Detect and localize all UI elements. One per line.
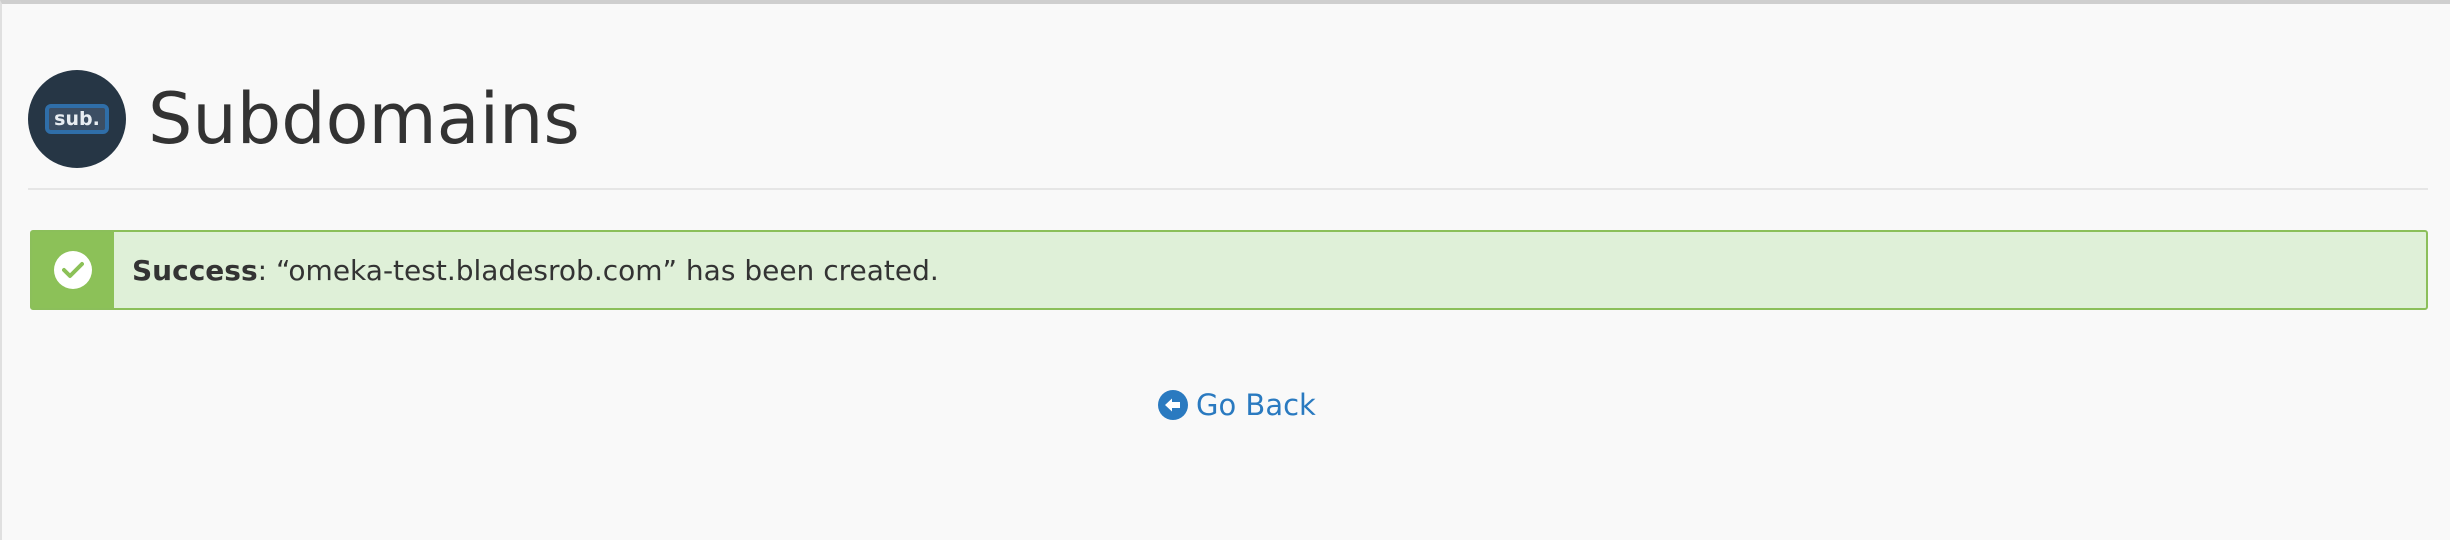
arrow-left-icon [1165,398,1180,412]
subdomains-app-icon: sub. [28,70,126,168]
arrow-circle-left-icon [1158,390,1188,420]
page-header: sub. Subdomains [28,70,580,168]
alert-message-text: : “omeka-test.bladesrob.com” has been cr… [257,253,939,287]
success-alert: Success: “omeka-test.bladesrob.com” has … [30,230,2428,310]
go-back-label: Go Back [1196,388,1316,422]
alert-status-label: Success [132,253,258,287]
page-title: Subdomains [148,78,580,160]
alert-message: Success: “omeka-test.bladesrob.com” has … [114,232,939,308]
subdomains-icon-label: sub. [45,104,109,134]
go-back-link[interactable]: Go Back [1158,388,1316,422]
check-circle-icon [54,251,92,289]
page: sub. Subdomains Success: “omeka-test.bla… [0,0,2450,540]
alert-icon-box [32,232,114,308]
header-divider [28,188,2428,190]
checkmark-icon [62,262,84,278]
